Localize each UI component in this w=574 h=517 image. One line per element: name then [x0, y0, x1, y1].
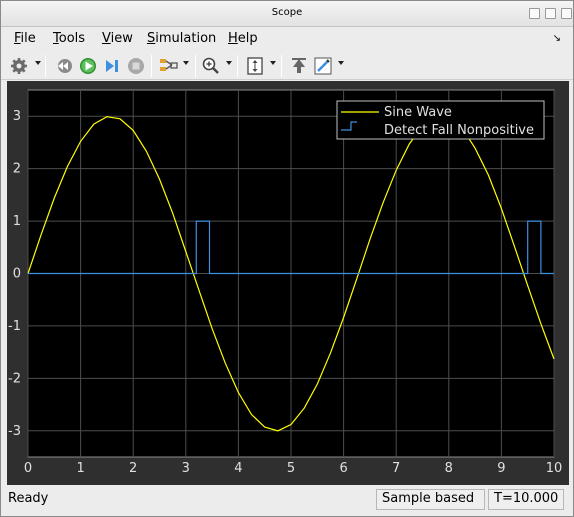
x-tick-label: 9 [497, 461, 505, 476]
x-tick-label: 8 [445, 461, 453, 476]
y-tick-label: 0 [13, 267, 21, 282]
menu-file[interactable]: File [14, 31, 36, 46]
toolbar [1, 51, 573, 80]
style-dropdown-icon[interactable] [338, 61, 344, 65]
signal-selector-icon[interactable] [158, 55, 180, 77]
stop-icon[interactable] [125, 55, 147, 77]
step-back-icon[interactable] [53, 55, 75, 77]
x-tick-label: 0 [24, 461, 32, 476]
x-tick-label: 4 [234, 461, 242, 476]
gear-icon[interactable] [8, 55, 30, 77]
x-tick-label: 10 [546, 461, 563, 476]
y-tick-label: 1 [13, 214, 21, 229]
style-icon[interactable] [312, 55, 334, 77]
status-bar: Ready Sample based T=10.000 [1, 487, 573, 516]
scope-window: Scope File Tools View Simulation Help ↘ [0, 0, 574, 517]
scope-plot[interactable]: 3210-1-2-3 0 1 2 3 4 5 6 7 8 9 10 Sine Wave Detect… [7, 81, 569, 485]
menu-view[interactable]: View [102, 31, 133, 46]
run-icon[interactable] [77, 55, 99, 77]
legend-label-sine: Sine Wave [384, 105, 452, 120]
status-mode: Sample based [376, 489, 485, 510]
legend[interactable]: Sine Wave Detect Fall Nonpositive [336, 100, 545, 140]
scale-axes-icon[interactable] [244, 55, 266, 77]
dock-arrow-icon[interactable]: ↘ [553, 33, 561, 44]
x-tick-labels: 0 1 2 3 4 5 6 7 8 9 10 [24, 461, 562, 476]
x-tick-label: 5 [287, 461, 295, 476]
window-title: Scope [271, 7, 303, 18]
menu-simulation[interactable]: Simulation [147, 31, 216, 46]
toolbar-separator [151, 55, 152, 77]
x-tick-label: 7 [392, 461, 400, 476]
y-tick-label: 3 [13, 109, 21, 124]
scale-dropdown-icon[interactable] [270, 61, 276, 65]
zoom-dropdown-icon[interactable] [226, 61, 232, 65]
y-tick-label: -1 [8, 319, 21, 334]
toolbar-separator [281, 55, 282, 77]
menu-tools[interactable]: Tools [53, 31, 85, 46]
zoom-in-icon[interactable] [200, 55, 222, 77]
maximize-button[interactable] [545, 8, 556, 19]
toolbar-separator [195, 55, 196, 77]
menu-bar: File Tools View Simulation Help ↘ [1, 27, 573, 51]
scope-display[interactable]: 3 2 1 0 -1 -2 -3 0 1 2 3 4 5 6 7 8 9 10 Sine Wave Detect… [7, 81, 569, 485]
x-tick-label: 6 [339, 461, 347, 476]
y-tick-label: 2 [13, 162, 21, 177]
minimize-button[interactable] [529, 8, 540, 19]
toolbar-separator [237, 55, 238, 77]
close-button[interactable] [561, 8, 572, 19]
highlight-icon[interactable] [288, 55, 310, 77]
legend-label-detect: Detect Fall Nonpositive [384, 123, 534, 138]
x-tick-label: 3 [182, 461, 190, 476]
y-tick-label: -3 [8, 424, 21, 439]
y-tick-label: -2 [8, 371, 21, 386]
menu-help[interactable]: Help [228, 31, 258, 46]
title-bar[interactable]: Scope [1, 1, 573, 27]
toolbar-separator [45, 55, 46, 77]
step-forward-icon[interactable] [101, 55, 123, 77]
status-ready: Ready [8, 491, 49, 506]
status-time: T=10.000 [488, 489, 564, 510]
y-tick-labels: 3 2 1 0 -1 -2 -3 [8, 109, 21, 439]
x-tick-label: 2 [129, 461, 137, 476]
signal-dropdown-icon[interactable] [183, 61, 189, 65]
x-tick-label: 1 [76, 461, 84, 476]
gear-dropdown-icon[interactable] [35, 61, 41, 65]
